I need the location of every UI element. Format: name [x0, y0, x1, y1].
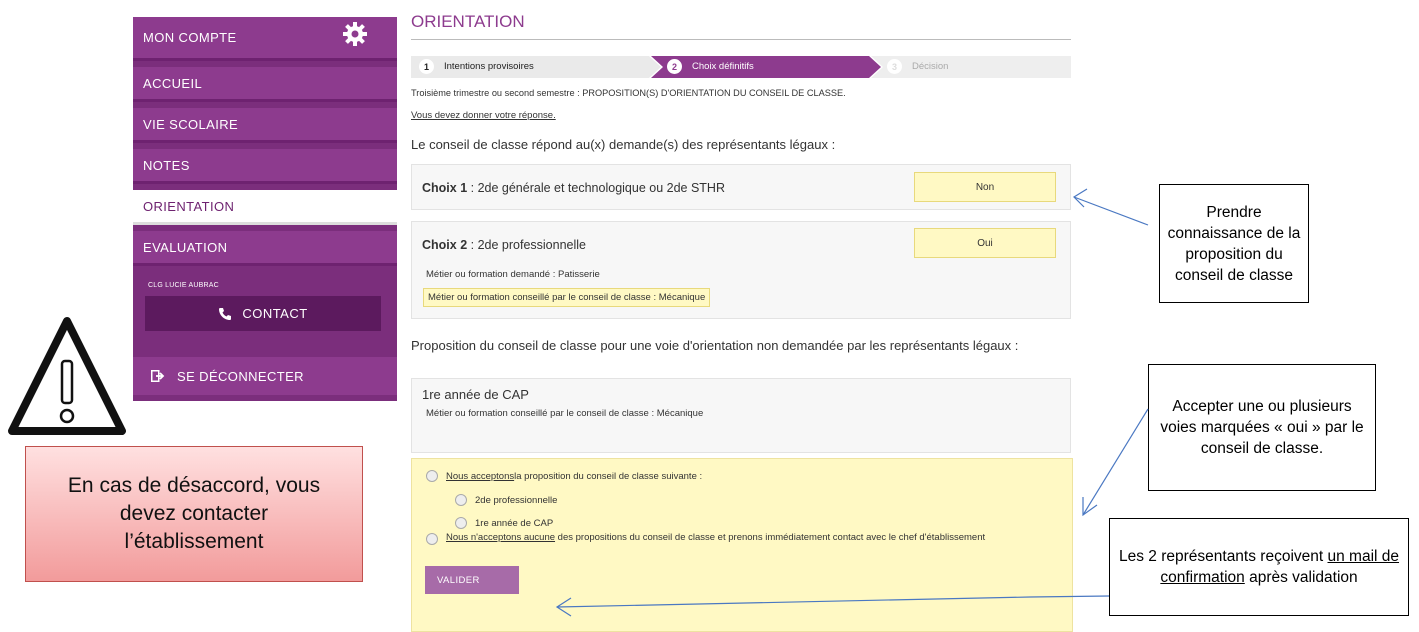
sidebar-item-label: VIE SCOLAIRE	[143, 116, 239, 132]
step-1: 1 Intentions provisoires	[419, 59, 534, 74]
refuse-text: des propositions du conseil de classe et…	[555, 532, 986, 543]
sidebar-item-label: ORIENTATION	[143, 198, 235, 214]
callout-text-start: Les 2 représentants reçoivent	[1118, 548, 1328, 565]
choice-label: 2de professionnelle	[477, 238, 586, 252]
option-label: 2de professionnelle	[475, 494, 558, 506]
school-name: CLG LUCIE AUBRAC	[148, 282, 219, 289]
logout-label: SE DÉCONNECTER	[177, 368, 304, 384]
contact-label: CONTACT	[242, 306, 308, 321]
choice-1-answer: Non	[914, 172, 1056, 202]
warning-text: En cas de désaccord, vous devez contacte…	[67, 474, 321, 553]
step-number: 3	[887, 59, 902, 74]
callout-text: Accepter une ou plusieurs voies marquées…	[1160, 398, 1364, 457]
choice-prefix: Choix 1	[422, 181, 468, 195]
callout-text: Les 2 représentants reçoivent un mail de…	[1118, 546, 1400, 588]
warning-triangle-icon	[8, 317, 126, 435]
choice-separator: :	[467, 181, 478, 195]
advised-formation: Métier ou formation conseillé par le con…	[423, 288, 711, 307]
choice-2-answer: Oui	[914, 228, 1056, 258]
phone-icon	[219, 307, 232, 320]
logout-icon	[151, 370, 165, 382]
option-cap[interactable]: 1re année de CAP	[455, 517, 553, 529]
callout-text-end: après validation	[1244, 569, 1358, 586]
page-title: ORIENTATION	[411, 12, 525, 31]
choice-separator: :	[467, 238, 478, 252]
arrow-icon	[1073, 188, 1149, 226]
callout-accept: Accepter une ou plusieurs voies marquées…	[1148, 364, 1376, 491]
unrequested-heading: Proposition du conseil de classe pour un…	[411, 338, 1019, 353]
sidebar-item-evaluation[interactable]: EVALUATION	[133, 231, 397, 266]
accept-option[interactable]: Nous acceptons la proposition du conseil…	[426, 470, 702, 482]
unrequested-title: 1re année de CAP	[422, 387, 529, 402]
callout-text: Prendre connaissance de la proposition d…	[1167, 203, 1301, 284]
choice-1-title: Choix 1 : 2de générale et technologique …	[422, 181, 725, 195]
accept-link[interactable]: Nous acceptons	[446, 471, 514, 482]
step-label: Décision	[912, 61, 949, 72]
accept-radio[interactable]	[426, 470, 438, 482]
sidebar-item-label: EVALUATION	[143, 239, 228, 255]
sidebar-item-label: ACCUEIL	[143, 75, 203, 91]
choice-1-card: Choix 1 : 2de générale et technologique …	[411, 164, 1071, 210]
section-heading: Le conseil de classe répond au(x) demand…	[411, 137, 836, 152]
sidebar-item-vie-scolaire[interactable]: VIE SCOLAIRE	[133, 108, 397, 143]
contact-button[interactable]: CONTACT	[145, 296, 381, 331]
sidebar: MON COMPTE ACCUEIL VIE SCOLAIRE NOTES OR…	[133, 17, 397, 401]
step-3: 3 Décision	[887, 59, 948, 74]
refuse-option[interactable]: Nous n'acceptons aucune des propositions…	[426, 531, 1056, 545]
step-number: 1	[419, 59, 434, 74]
unrequested-card: 1re année de CAP Métier ou formation con…	[411, 378, 1071, 453]
intro-text: Troisième trimestre ou second semestre :…	[411, 88, 846, 98]
option-radio[interactable]	[455, 494, 467, 506]
accept-text: la proposition du conseil de classe suiv…	[514, 470, 703, 482]
submit-button[interactable]: VALIDER	[425, 566, 519, 594]
divider	[411, 39, 1071, 40]
step-label: Choix définitifs	[692, 61, 754, 72]
choice-2-card: Choix 2 : 2de professionnelle Oui Métier…	[411, 221, 1071, 319]
sidebar-item-label: NOTES	[143, 157, 190, 173]
sidebar-item-label: MON COMPTE	[143, 30, 237, 45]
choice-2-title: Choix 2 : 2de professionnelle	[422, 238, 586, 252]
callout-mail: Les 2 représentants reçoivent un mail de…	[1109, 518, 1409, 616]
option-2de-pro[interactable]: 2de professionnelle	[455, 494, 557, 506]
sidebar-item-account[interactable]: MON COMPTE	[133, 17, 397, 61]
refuse-link[interactable]: Nous n'acceptons aucune	[446, 532, 555, 543]
arrow-icon	[1082, 408, 1149, 517]
logout-button[interactable]: SE DÉCONNECTER	[133, 357, 397, 395]
response-form	[411, 458, 1073, 632]
sidebar-item-accueil[interactable]: ACCUEIL	[133, 67, 397, 102]
must-answer-link[interactable]: Vous devez donner votre réponse.	[411, 110, 556, 121]
step-number: 2	[667, 59, 682, 74]
choice-prefix: Choix 2	[422, 238, 468, 252]
gear-icon[interactable]	[342, 21, 368, 47]
warning-callout: En cas de désaccord, vous devez contacte…	[25, 446, 363, 582]
option-radio[interactable]	[455, 517, 467, 529]
callout-take-note: Prendre connaissance de la proposition d…	[1159, 184, 1309, 303]
step-2: 2 Choix définitifs	[667, 59, 754, 74]
step-label: Intentions provisoires	[444, 61, 534, 72]
sidebar-item-notes[interactable]: NOTES	[133, 149, 397, 184]
sidebar-item-orientation[interactable]: ORIENTATION	[133, 190, 397, 225]
choice-label: 2de générale et technologique ou 2de STH…	[477, 181, 725, 195]
option-label: 1re année de CAP	[475, 517, 554, 529]
requested-formation: Métier ou formation demandé : Patisserie	[426, 269, 600, 280]
unrequested-advised: Métier ou formation conseillé par le con…	[426, 408, 704, 419]
refuse-radio[interactable]	[426, 533, 438, 545]
